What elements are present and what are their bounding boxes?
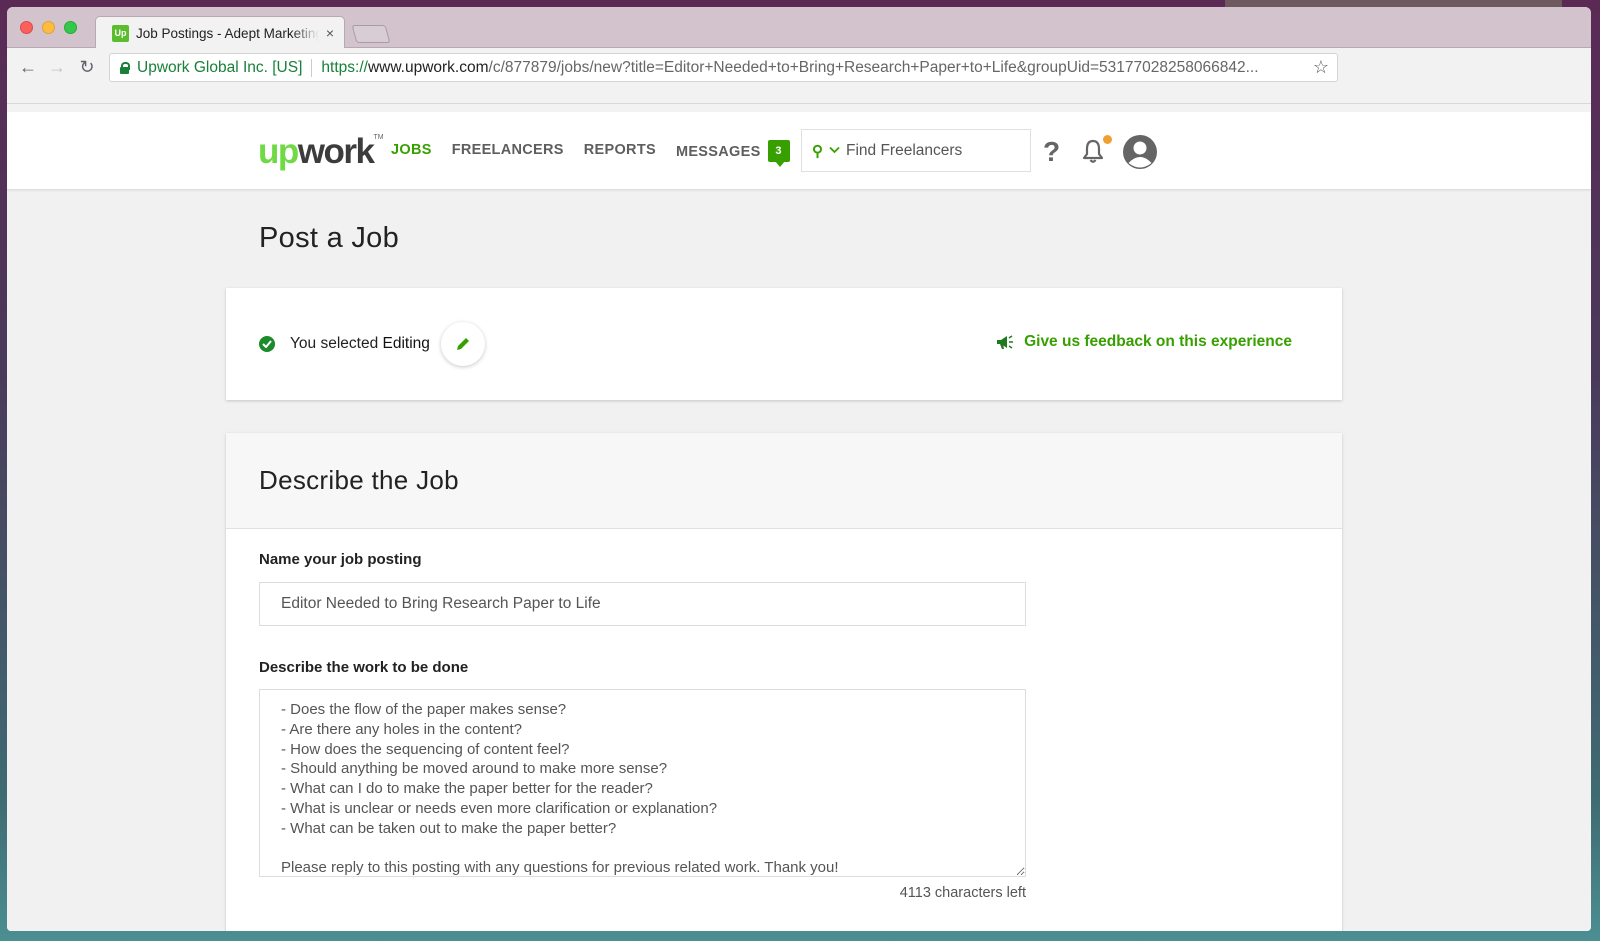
nav-jobs[interactable]: JOBS (391, 142, 432, 162)
logo-trademark: TM (373, 134, 384, 141)
category-selection-card: You selected Editing Give us feedback on… (226, 288, 1342, 400)
new-tab-button[interactable] (351, 25, 391, 43)
site-header: upworkTM JOBS FREELANCERS REPORTS MESSAG… (7, 112, 1591, 190)
chevron-down-icon[interactable] (829, 145, 840, 157)
bell-icon[interactable] (1082, 138, 1104, 164)
selected-category: Editing (382, 335, 430, 352)
window-controls (20, 21, 77, 34)
avatar-icon[interactable] (1122, 134, 1158, 170)
nav-freelancers[interactable]: FREELANCERS (452, 142, 564, 162)
window-maximize-button[interactable] (64, 21, 77, 34)
url-scheme: https:// (321, 58, 368, 76)
address-bar[interactable]: Upwork Global Inc. [US] https:// www.upw… (109, 53, 1338, 82)
characters-left-counter: 4113 characters left (899, 885, 1026, 901)
feedback-link[interactable]: Give us feedback on this experience (996, 333, 1292, 351)
selected-category-text: You selected Editing (290, 335, 430, 353)
page-content: upworkTM JOBS FREELANCERS REPORTS MESSAG… (7, 112, 1591, 931)
logo-up: up (258, 132, 299, 171)
site-identity-label[interactable]: Upwork Global Inc. [US] (137, 59, 302, 77)
reload-icon[interactable]: ↻ (75, 57, 99, 78)
notification-dot (1103, 135, 1112, 144)
url-path: /c/877879/jobs/new?title=Editor+Needed+t… (488, 58, 1259, 76)
job-name-label: Name your job posting (259, 551, 422, 568)
upwork-favicon-icon: Up (112, 24, 129, 42)
megaphone-icon (997, 335, 1014, 349)
job-name-input[interactable] (259, 582, 1026, 626)
browser-toolbar: ← → ↻ Upwork Global Inc. [US] https:// w… (7, 48, 1591, 104)
selected-prefix: You selected (290, 335, 379, 352)
search-input[interactable] (846, 141, 1016, 160)
url-host: www.upwork.com (367, 58, 489, 76)
bookmark-star-icon[interactable]: ☆ (1313, 57, 1329, 78)
window-minimize-button[interactable] (42, 21, 55, 34)
feedback-link-label[interactable]: Give us feedback on this experience (1024, 333, 1292, 351)
browser-window: Up Job Postings - Adept Marketing × ← → … (7, 7, 1591, 931)
logo-work: work (297, 132, 375, 171)
job-description-textarea[interactable]: - Does the flow of the paper makes sense… (259, 689, 1026, 877)
describe-job-heading: Describe the Job (259, 465, 459, 495)
describe-job-header: Describe the Job (226, 433, 1342, 529)
browser-tab-active[interactable]: Up Job Postings - Adept Marketing × (95, 16, 345, 49)
back-arrow-icon[interactable]: ← (16, 57, 40, 78)
page-title: Post a Job (259, 222, 400, 254)
search-icon[interactable]: ⚲ (812, 142, 823, 160)
window-close-button[interactable] (20, 21, 33, 34)
desktop-background-window (1225, 0, 1562, 7)
main-nav: JOBS FREELANCERS REPORTS MESSAGES 3 (391, 140, 790, 167)
pencil-icon (456, 338, 469, 350)
tab-title: Job Postings - Adept Marketing (136, 25, 319, 41)
selected-category-row: You selected Editing (259, 322, 485, 366)
lock-icon (120, 62, 130, 74)
nav-reports[interactable]: REPORTS (584, 142, 656, 162)
job-description-label: Describe the work to be done (259, 659, 469, 676)
nav-messages-wrap[interactable]: MESSAGES 3 (676, 140, 790, 167)
forward-arrow-icon[interactable]: → (45, 57, 69, 78)
help-icon[interactable]: ? (1043, 136, 1060, 168)
messages-count-badge: 3 (767, 140, 790, 167)
address-separator (311, 58, 313, 77)
tab-strip: Up Job Postings - Adept Marketing × (7, 7, 1591, 49)
describe-job-card: Describe the Job Name your job posting D… (226, 433, 1342, 931)
tab-close-icon[interactable]: × (326, 25, 334, 41)
edit-category-button[interactable] (440, 322, 485, 366)
search-box: ⚲ (801, 129, 1031, 172)
upwork-logo[interactable]: upworkTM (258, 132, 384, 172)
nav-messages[interactable]: MESSAGES (676, 144, 761, 160)
check-circle-icon (259, 336, 275, 352)
